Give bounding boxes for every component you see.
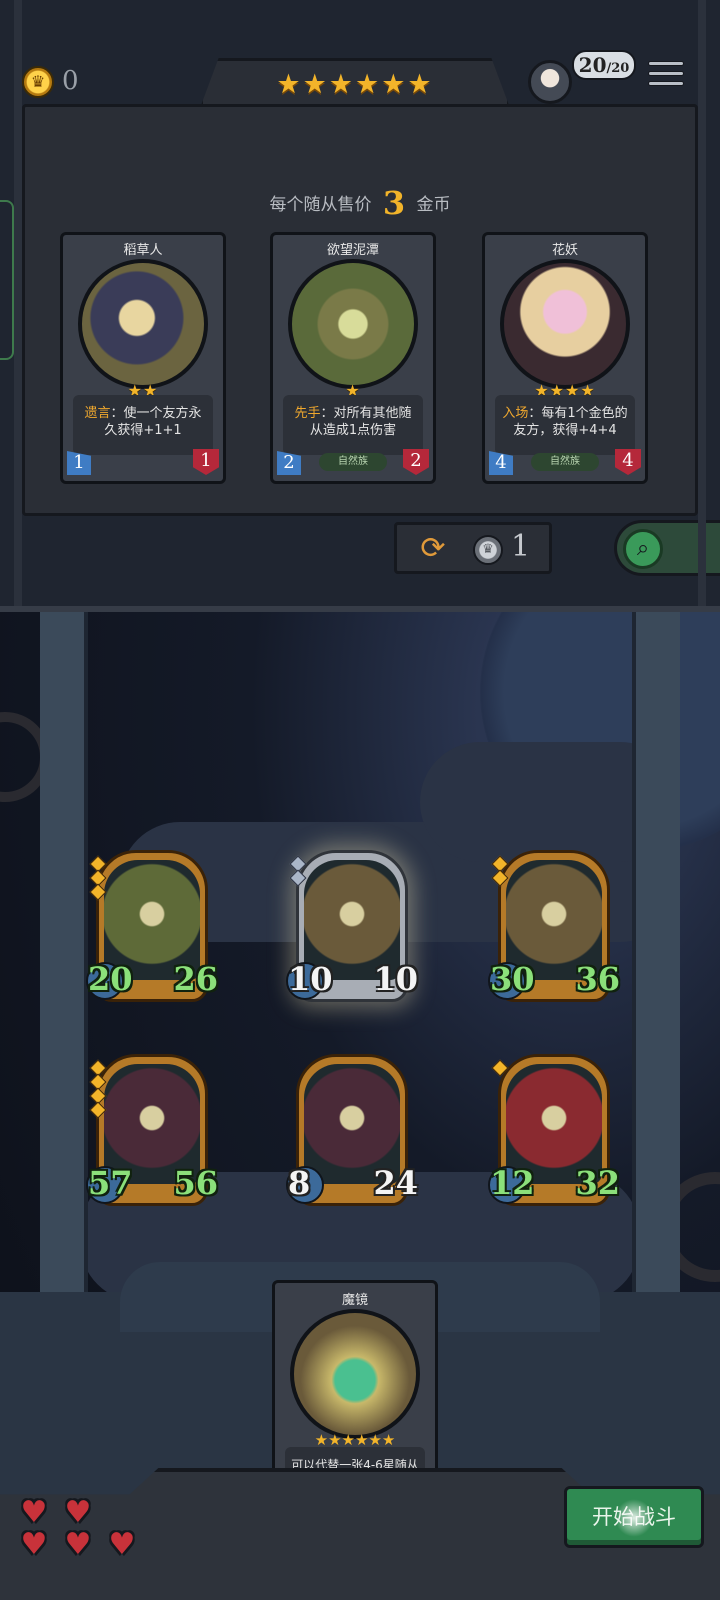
board-minion[interactable]: 57 56 — [86, 1054, 218, 1214]
card-keyword: 先手 — [294, 406, 321, 421]
card-art — [78, 259, 208, 389]
minion-health: 26 — [173, 960, 218, 998]
shop-card[interactable]: 稻草人 ★★ 遗言：使一个友方永久获得+1+1 1 1 — [60, 232, 226, 484]
minion-attack: 10 — [288, 960, 333, 998]
minion-attack: 30 — [490, 960, 535, 998]
search-icon: ⌕ — [623, 529, 663, 569]
board-minion[interactable]: 20 26 — [86, 850, 218, 1010]
minion-attack: 8 — [288, 1164, 311, 1202]
shop-panel: ♛ 0 ★★★★★★ 20/20 每个随从售价 3 金币 稻草人 ★★ 遗言：使… — [0, 0, 720, 612]
card-keyword: 入场 — [502, 406, 529, 421]
board-minion[interactable]: 30 36 — [488, 850, 620, 1010]
minion-health: 32 — [575, 1164, 620, 1202]
heart-icon: ♥ — [64, 1527, 92, 1562]
card-description: 先手：对所有其他随从造成1点伤害 — [283, 395, 423, 455]
minion-health: 36 — [575, 960, 620, 998]
price-prefix: 每个随从售价 — [269, 195, 372, 215]
coin-icon: ♛ — [473, 535, 503, 565]
health-current: 20 — [578, 53, 607, 77]
card-art — [500, 259, 630, 389]
frame-right — [632, 612, 680, 1352]
button-glow — [615, 1499, 653, 1537]
heart-icon: ♥ — [108, 1527, 136, 1562]
card-desc-text: ：对所有其他随从造成1点伤害 — [309, 406, 412, 438]
card-keyword: 遗言 — [84, 406, 111, 421]
minion-health: 10 — [373, 960, 418, 998]
frame-left — [40, 612, 88, 1352]
start-battle-button[interactable]: 开始战斗 — [564, 1486, 704, 1548]
player-avatar[interactable] — [528, 60, 572, 104]
board-minion[interactable]: 12 32 — [488, 1054, 620, 1214]
card-description: 遗言：使一个友方永久获得+1+1 — [73, 395, 213, 455]
minion-health: 56 — [173, 1164, 218, 1202]
tavern-tier-stars: ★★★★★★ — [276, 69, 434, 100]
side-tab[interactable] — [0, 200, 14, 360]
card-name: 魔镜 — [341, 1293, 368, 1308]
minion-attack: 20 — [88, 960, 133, 998]
price-value: 3 — [382, 184, 406, 222]
player-health: 20/20 — [572, 50, 636, 80]
card-health: 2 — [403, 449, 429, 475]
minion-attack: 12 — [490, 1164, 535, 1202]
card-health: 4 — [615, 449, 641, 475]
minion-health: 24 — [373, 1164, 418, 1202]
heart-icon: ♥ — [20, 1495, 48, 1530]
gold-crown-icon: ♛ — [22, 66, 54, 98]
minion-attack: 57 — [88, 1164, 133, 1202]
card-name: 花妖 — [551, 243, 578, 258]
card-name: 稻草人 — [123, 243, 163, 258]
refresh-button[interactable]: ⟳ ♛ 1 — [394, 522, 552, 574]
heart-icon: ♥ — [20, 1527, 48, 1562]
board-minion[interactable]: 10 10 — [286, 850, 418, 1010]
card-art — [290, 1309, 420, 1439]
heart-icon: ♥ — [64, 1495, 92, 1530]
menu-icon — [648, 61, 684, 66]
shop-card[interactable]: 花妖 ★★★★ 入场：每有1个金色的友方，获得+4+4 4 自然族 4 — [482, 232, 648, 484]
search-button[interactable]: ⌕ — [614, 520, 720, 576]
card-health: 1 — [193, 449, 219, 475]
card-desc-text: ：每有1个金色的友方，获得+4+4 — [513, 406, 628, 438]
price-suffix: 金币 — [416, 195, 451, 215]
menu-button[interactable] — [648, 56, 684, 92]
card-art — [288, 259, 418, 389]
refresh-cost: 1 — [511, 529, 531, 564]
card-name: 欲望泥潭 — [326, 243, 379, 258]
refresh-icon: ⟳ — [420, 531, 446, 566]
card-tribe: 自然族 — [531, 453, 599, 471]
gold-count: 0 — [62, 66, 79, 96]
health-max: /20 — [606, 61, 630, 76]
tavern-tier-tab: ★★★★★★ — [200, 58, 510, 108]
sell-price-text: 每个随从售价 3 金币 — [0, 184, 720, 222]
card-desc-text: ：使一个友方永久获得+1+1 — [104, 406, 202, 438]
card-tribe: 自然族 — [319, 453, 387, 471]
card-description: 入场：每有1个金色的友方，获得+4+4 — [495, 395, 635, 455]
shop-card[interactable]: 欲望泥潭 ★ 先手：对所有其他随从造成1点伤害 2 自然族 2 — [270, 232, 436, 484]
board-minion[interactable]: 8 24 — [286, 1054, 418, 1214]
